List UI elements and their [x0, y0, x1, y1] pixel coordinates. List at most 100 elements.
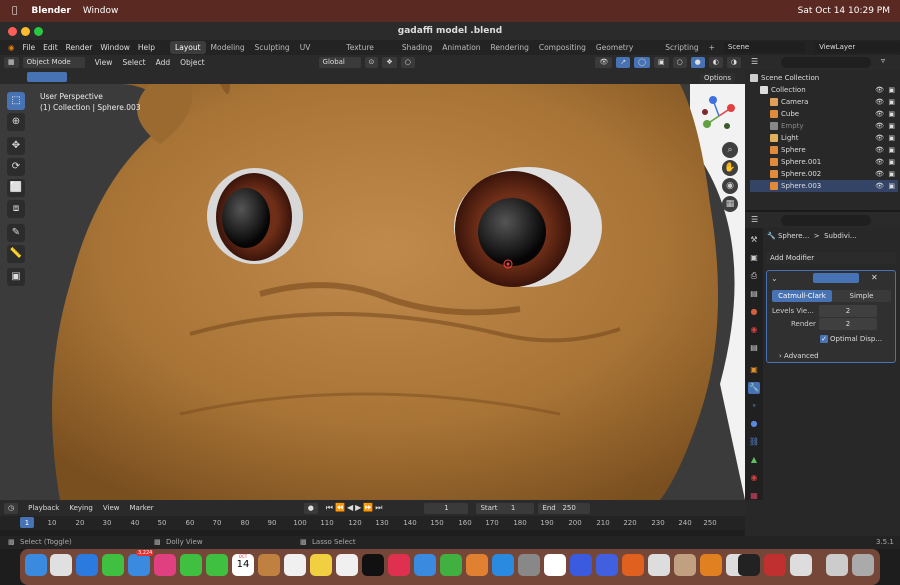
pan-hand-icon[interactable]: ✋ [722, 160, 738, 176]
menu-object[interactable]: Object [180, 58, 204, 67]
physics-tab-icon[interactable]: ● [748, 418, 760, 430]
particles-tab-icon[interactable]: ∘ [748, 400, 760, 412]
3d-viewport[interactable] [0, 84, 745, 500]
preview-icon[interactable] [790, 554, 812, 576]
select-mode-buttons[interactable] [27, 72, 67, 82]
outliner-item-sphere[interactable]: Sphere 👁 ▣ [750, 144, 898, 156]
outliner-item-camera[interactable]: Camera 👁 ▣ [750, 96, 898, 108]
app-menu-blender[interactable]: Blender [31, 6, 70, 16]
music-icon[interactable] [388, 554, 410, 576]
measure-tool-icon[interactable]: 📏 [7, 245, 25, 263]
tab-animation[interactable]: Animation [437, 41, 485, 54]
material-tab-icon[interactable]: ◉ [748, 472, 760, 484]
render-levels-field[interactable]: 2 [819, 318, 877, 330]
properties-editor-icon[interactable]: ☰ [751, 215, 758, 224]
menu-help[interactable]: Help [138, 43, 155, 52]
menu-view[interactable]: View [103, 504, 120, 512]
object-tab-icon[interactable]: ▣ [748, 364, 760, 376]
view-layer-tab-icon[interactable]: ▤ [748, 288, 760, 300]
menubar-clock[interactable]: Sat Oct 14 10:29 PM [798, 6, 890, 16]
proportional-edit-icon[interactable]: ○ [400, 57, 415, 68]
outliner-search-input[interactable] [781, 57, 871, 68]
system-settings-icon[interactable] [518, 554, 540, 576]
perspective-toggle-icon[interactable]: ▦ [722, 196, 738, 212]
tab-layout[interactable]: Layout [170, 41, 206, 54]
shading-solid-icon[interactable]: ● [690, 57, 705, 68]
filter-icon[interactable]: ▿ [881, 56, 885, 65]
chrome-icon[interactable] [648, 554, 670, 576]
reminders-icon[interactable] [284, 554, 306, 576]
outliner-scene-collection[interactable]: Scene Collection [750, 72, 898, 84]
menu-edit[interactable]: Edit [43, 43, 58, 52]
outliner-collection[interactable]: Collection 👁 ▣ [750, 84, 898, 96]
numbers-icon[interactable] [440, 554, 462, 576]
menu-view[interactable]: View [95, 58, 113, 67]
tab-compositing[interactable]: Compositing [534, 41, 591, 54]
add-modifier-button[interactable]: Add Modifier [766, 252, 896, 264]
simple-button[interactable]: Simple [832, 290, 891, 302]
app-store-icon[interactable] [492, 554, 514, 576]
shading-material-icon[interactable]: ◐ [708, 57, 723, 68]
shading-rendered-icon[interactable]: ◑ [726, 57, 741, 68]
rotate-tool-icon[interactable]: ⟳ [7, 158, 25, 176]
properties-search-input[interactable] [781, 215, 871, 226]
menu-window[interactable]: Window [100, 43, 130, 52]
outliner-item-sphere-001[interactable]: Sphere.001 👁 ▣ [750, 156, 898, 168]
tab-uv-editing[interactable]: UV Editing [295, 41, 342, 65]
record-icon[interactable]: ● [303, 502, 318, 514]
menu-add[interactable]: Add [156, 58, 171, 67]
current-frame-field[interactable]: 1 [424, 502, 469, 514]
messages-icon[interactable] [102, 554, 124, 576]
menu-window[interactable]: Window [83, 6, 119, 16]
apple-icon[interactable]:  [12, 6, 17, 16]
outliner-item-empty[interactable]: Empty 👁 ▣ [750, 120, 898, 132]
safari-icon[interactable] [76, 554, 98, 576]
start-frame-field[interactable]: Start 1 [476, 502, 535, 514]
finder-icon[interactable] [25, 554, 47, 576]
editor-type-icon[interactable]: ▦ [4, 57, 19, 68]
cursor-tool-icon[interactable]: ⊕ [7, 113, 25, 131]
downloads-icon[interactable] [826, 554, 848, 576]
blender-icon[interactable] [700, 554, 722, 576]
dictionary-icon[interactable] [764, 554, 786, 576]
contacts-icon[interactable] [258, 554, 280, 576]
minimize-window-button[interactable] [21, 27, 30, 36]
transform-orientation-selector[interactable]: Global [318, 57, 361, 68]
firefox-icon[interactable] [622, 554, 644, 576]
phone-icon[interactable] [206, 554, 228, 576]
zoom-app-icon[interactable] [596, 554, 618, 576]
podcasts-icon[interactable] [570, 554, 592, 576]
scene-selector[interactable]: Scene [723, 42, 806, 53]
terminal-icon[interactable] [738, 554, 760, 576]
tab-modeling[interactable]: Modeling [206, 41, 250, 54]
outliner-item-light[interactable]: Light 👁 ▣ [750, 132, 898, 144]
mail-icon[interactable]: 3,224 [128, 550, 155, 576]
zoom-icon[interactable]: ⌕ [722, 142, 738, 158]
add-cube-tool-icon[interactable]: ▣ [7, 268, 25, 286]
blender-logo-icon[interactable]: ◉ [8, 43, 15, 52]
trash-icon[interactable] [852, 554, 874, 576]
render-tab-icon[interactable]: ▣ [748, 252, 760, 264]
advanced-subpanel[interactable]: › Advanced [779, 352, 819, 360]
output-tab-icon[interactable]: ⎙ [748, 270, 760, 282]
transform-tool-icon[interactable]: ⧈ [7, 200, 25, 218]
timeline-ruler[interactable]: 1 10 20 30 40 50 60 70 80 90 100 110 120… [0, 516, 745, 530]
apple-tv-icon[interactable] [362, 554, 384, 576]
camera-view-icon[interactable]: ◉ [722, 178, 738, 194]
tool-tab-icon[interactable]: ⚒ [748, 234, 760, 246]
tab-sculpting[interactable]: Sculpting [250, 41, 295, 54]
facetime-icon[interactable] [180, 554, 202, 576]
close-window-button[interactable] [8, 27, 17, 36]
select-box-tool-icon[interactable]: ⬚ [7, 92, 25, 110]
outliner-item-sphere-002[interactable]: Sphere.002 👁 ▣ [750, 168, 898, 180]
options-dropdown[interactable]: Options [700, 73, 736, 84]
visibility-icon[interactable]: 👁 [595, 57, 613, 68]
menu-playback[interactable]: Playback [28, 504, 59, 512]
levels-viewport-field[interactable]: 2 [819, 305, 877, 317]
snap-icon[interactable]: ❖ [382, 57, 397, 68]
chrome-icon[interactable] [544, 554, 566, 576]
tab-rendering[interactable]: Rendering [486, 41, 534, 54]
freeform-icon[interactable] [336, 554, 358, 576]
data-tab-icon[interactable]: ▲ [748, 454, 760, 466]
add-workspace-icon[interactable]: + [704, 41, 720, 54]
